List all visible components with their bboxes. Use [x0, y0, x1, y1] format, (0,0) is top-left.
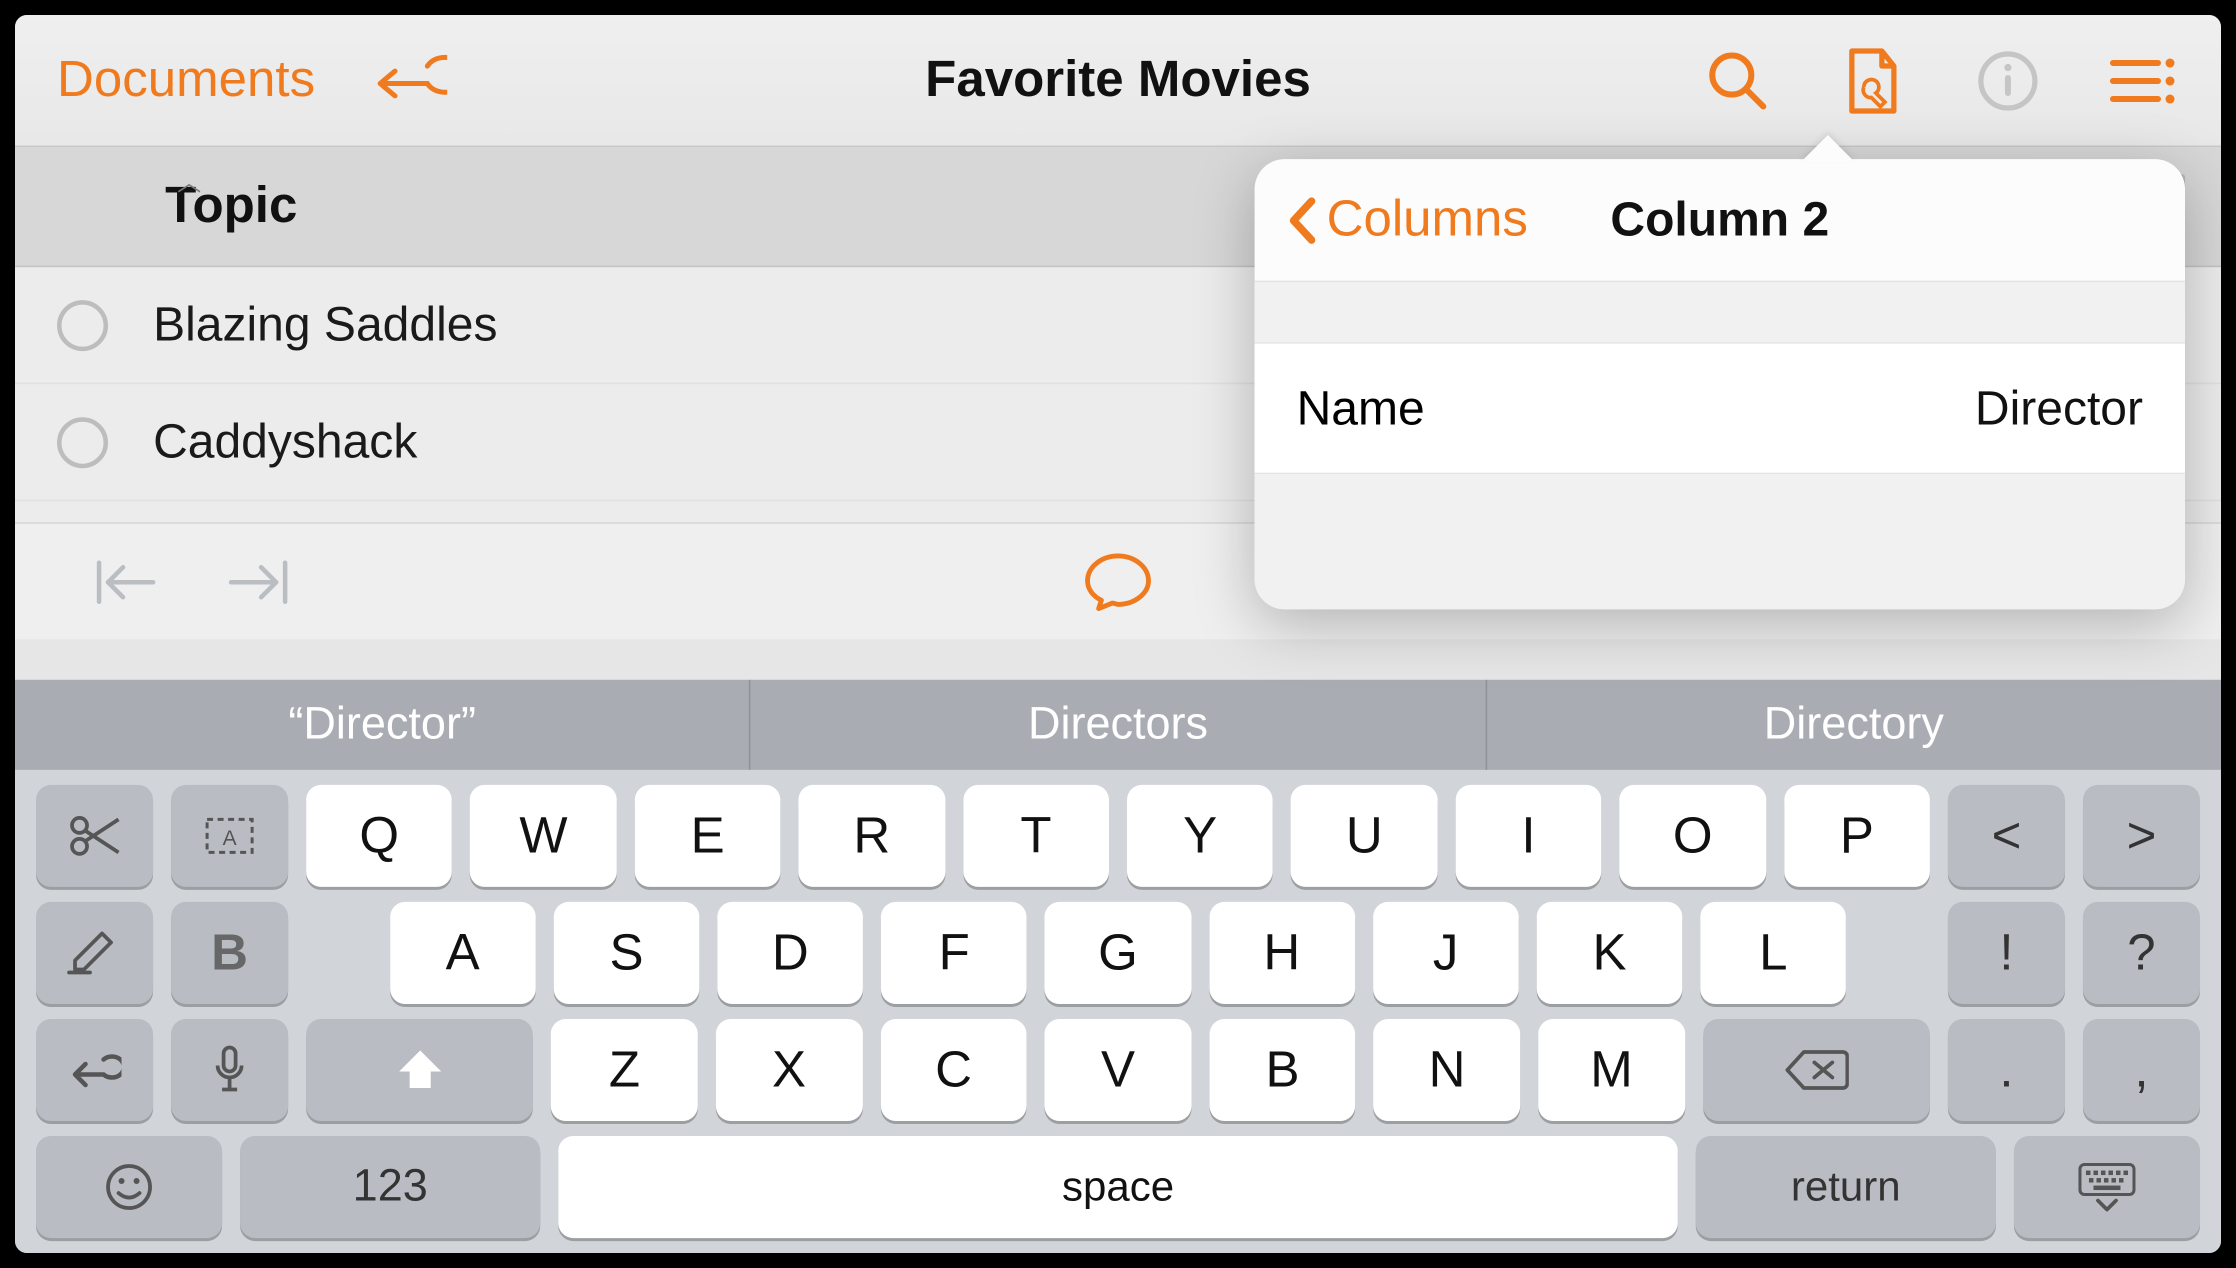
letter-key[interactable]: X	[716, 1019, 863, 1121]
predictive-suggestion[interactable]: “Director”	[15, 680, 751, 770]
letter-key[interactable]: D	[717, 902, 863, 1004]
cut-key[interactable]	[36, 785, 153, 887]
letter-key[interactable]: U	[1291, 785, 1437, 887]
emoji-icon	[104, 1162, 155, 1213]
chevron-left-icon	[1285, 194, 1318, 245]
return-key[interactable]: return	[1696, 1136, 1995, 1238]
undo-key[interactable]	[36, 1019, 153, 1121]
column-name-field[interactable]: Name Director	[1255, 342, 2185, 474]
documents-button[interactable]: Documents	[57, 51, 315, 110]
popover-spacer	[1255, 282, 2185, 342]
predictive-bar: “Director” Directors Directory	[15, 680, 2221, 770]
shift-icon	[394, 1046, 445, 1094]
row-status-circle[interactable]	[57, 416, 108, 467]
undo-button[interactable]	[375, 44, 447, 116]
keyboard: “Director” Directors Directory	[15, 680, 2221, 1253]
letter-key[interactable]: Q	[306, 785, 452, 887]
svg-text:A: A	[223, 827, 237, 850]
letter-key[interactable]: V	[1045, 1019, 1192, 1121]
highlighter-icon	[66, 930, 123, 975]
letter-key[interactable]: P	[1784, 785, 1930, 887]
row-text[interactable]: Blazing Saddles	[153, 297, 497, 353]
letter-key[interactable]: E	[635, 785, 781, 887]
undo-icon	[375, 50, 447, 110]
letter-key[interactable]: L	[1700, 902, 1846, 1004]
info-button[interactable]	[1972, 44, 2044, 116]
letter-key[interactable]: G	[1045, 902, 1191, 1004]
dismiss-keyboard-key[interactable]	[2013, 1136, 2200, 1238]
column-name-label: Name	[1297, 380, 1425, 436]
letter-key[interactable]: W	[470, 785, 616, 887]
letter-key[interactable]: N	[1374, 1019, 1521, 1121]
letter-key[interactable]: B	[1209, 1019, 1356, 1121]
letter-key[interactable]: R	[799, 785, 945, 887]
emoji-key[interactable]	[36, 1136, 223, 1238]
letter-key[interactable]: M	[1538, 1019, 1685, 1121]
letter-key[interactable]: Y	[1127, 785, 1273, 887]
wrench-page-button[interactable]	[1837, 44, 1909, 116]
scissors-icon	[68, 813, 122, 858]
wrench-page-icon	[1843, 44, 1903, 116]
backspace-icon	[1783, 1047, 1849, 1092]
punct-key[interactable]: !	[1948, 902, 2065, 1004]
letter-key[interactable]: C	[880, 1019, 1027, 1121]
dictation-key[interactable]	[171, 1019, 288, 1121]
search-icon	[1706, 49, 1769, 112]
highlight-key[interactable]	[36, 902, 153, 1004]
letter-key[interactable]: T	[963, 785, 1109, 887]
select-box-icon: A	[203, 815, 257, 857]
backspace-key[interactable]	[1703, 1019, 1930, 1121]
punct-key[interactable]: .	[1948, 1019, 2065, 1121]
popover-header: Columns Column 2	[1255, 159, 2185, 282]
letter-key[interactable]: S	[554, 902, 700, 1004]
sort-caret-icon: ︿	[177, 162, 201, 198]
letter-key[interactable]: O	[1620, 785, 1766, 887]
column-settings-popover: Columns Column 2 Name Director	[1255, 159, 2185, 609]
numbers-key[interactable]: 123	[241, 1136, 540, 1238]
list-options-button[interactable]	[2107, 44, 2179, 116]
speech-bubble-icon	[1082, 547, 1154, 616]
select-key[interactable]: A	[171, 785, 288, 887]
letter-key[interactable]: K	[1537, 902, 1683, 1004]
popover-spacer	[1255, 474, 2185, 609]
letter-key[interactable]: Z	[551, 1019, 698, 1121]
note-button[interactable]	[1082, 545, 1154, 617]
predictive-suggestion[interactable]: Directors	[751, 680, 1487, 770]
popover-back-label: Columns	[1327, 191, 1528, 250]
row-status-circle[interactable]	[57, 299, 108, 350]
letter-key[interactable]: F	[881, 902, 1027, 1004]
punct-key[interactable]: ,	[2083, 1019, 2200, 1121]
letter-key[interactable]: H	[1209, 902, 1355, 1004]
column-name-value[interactable]: Director	[1975, 380, 2143, 436]
microphone-icon	[213, 1044, 246, 1095]
row-text[interactable]: Caddyshack	[153, 414, 417, 470]
shift-key[interactable]	[306, 1019, 533, 1121]
predictive-suggestion[interactable]: Directory	[1487, 680, 2221, 770]
dismiss-keyboard-icon	[2074, 1160, 2140, 1214]
letter-key[interactable]: J	[1373, 902, 1519, 1004]
space-key[interactable]: space	[558, 1136, 1679, 1238]
info-icon	[1976, 49, 2039, 112]
list-icon	[2107, 53, 2179, 107]
bold-key[interactable]: B	[171, 902, 288, 1004]
search-button[interactable]	[1702, 44, 1774, 116]
popover-arrow	[1801, 135, 1855, 162]
punct-key[interactable]: ?	[2083, 902, 2200, 1004]
letter-key[interactable]: I	[1455, 785, 1601, 887]
popover-back-button[interactable]: Columns	[1285, 191, 1528, 250]
cursor-right-key[interactable]: >	[2083, 785, 2200, 887]
cursor-left-key[interactable]: <	[1948, 785, 2065, 887]
undo-arrow-icon	[68, 1050, 122, 1089]
toolbar: Documents Favorite Movies	[15, 15, 2221, 147]
letter-key[interactable]: A	[390, 902, 536, 1004]
